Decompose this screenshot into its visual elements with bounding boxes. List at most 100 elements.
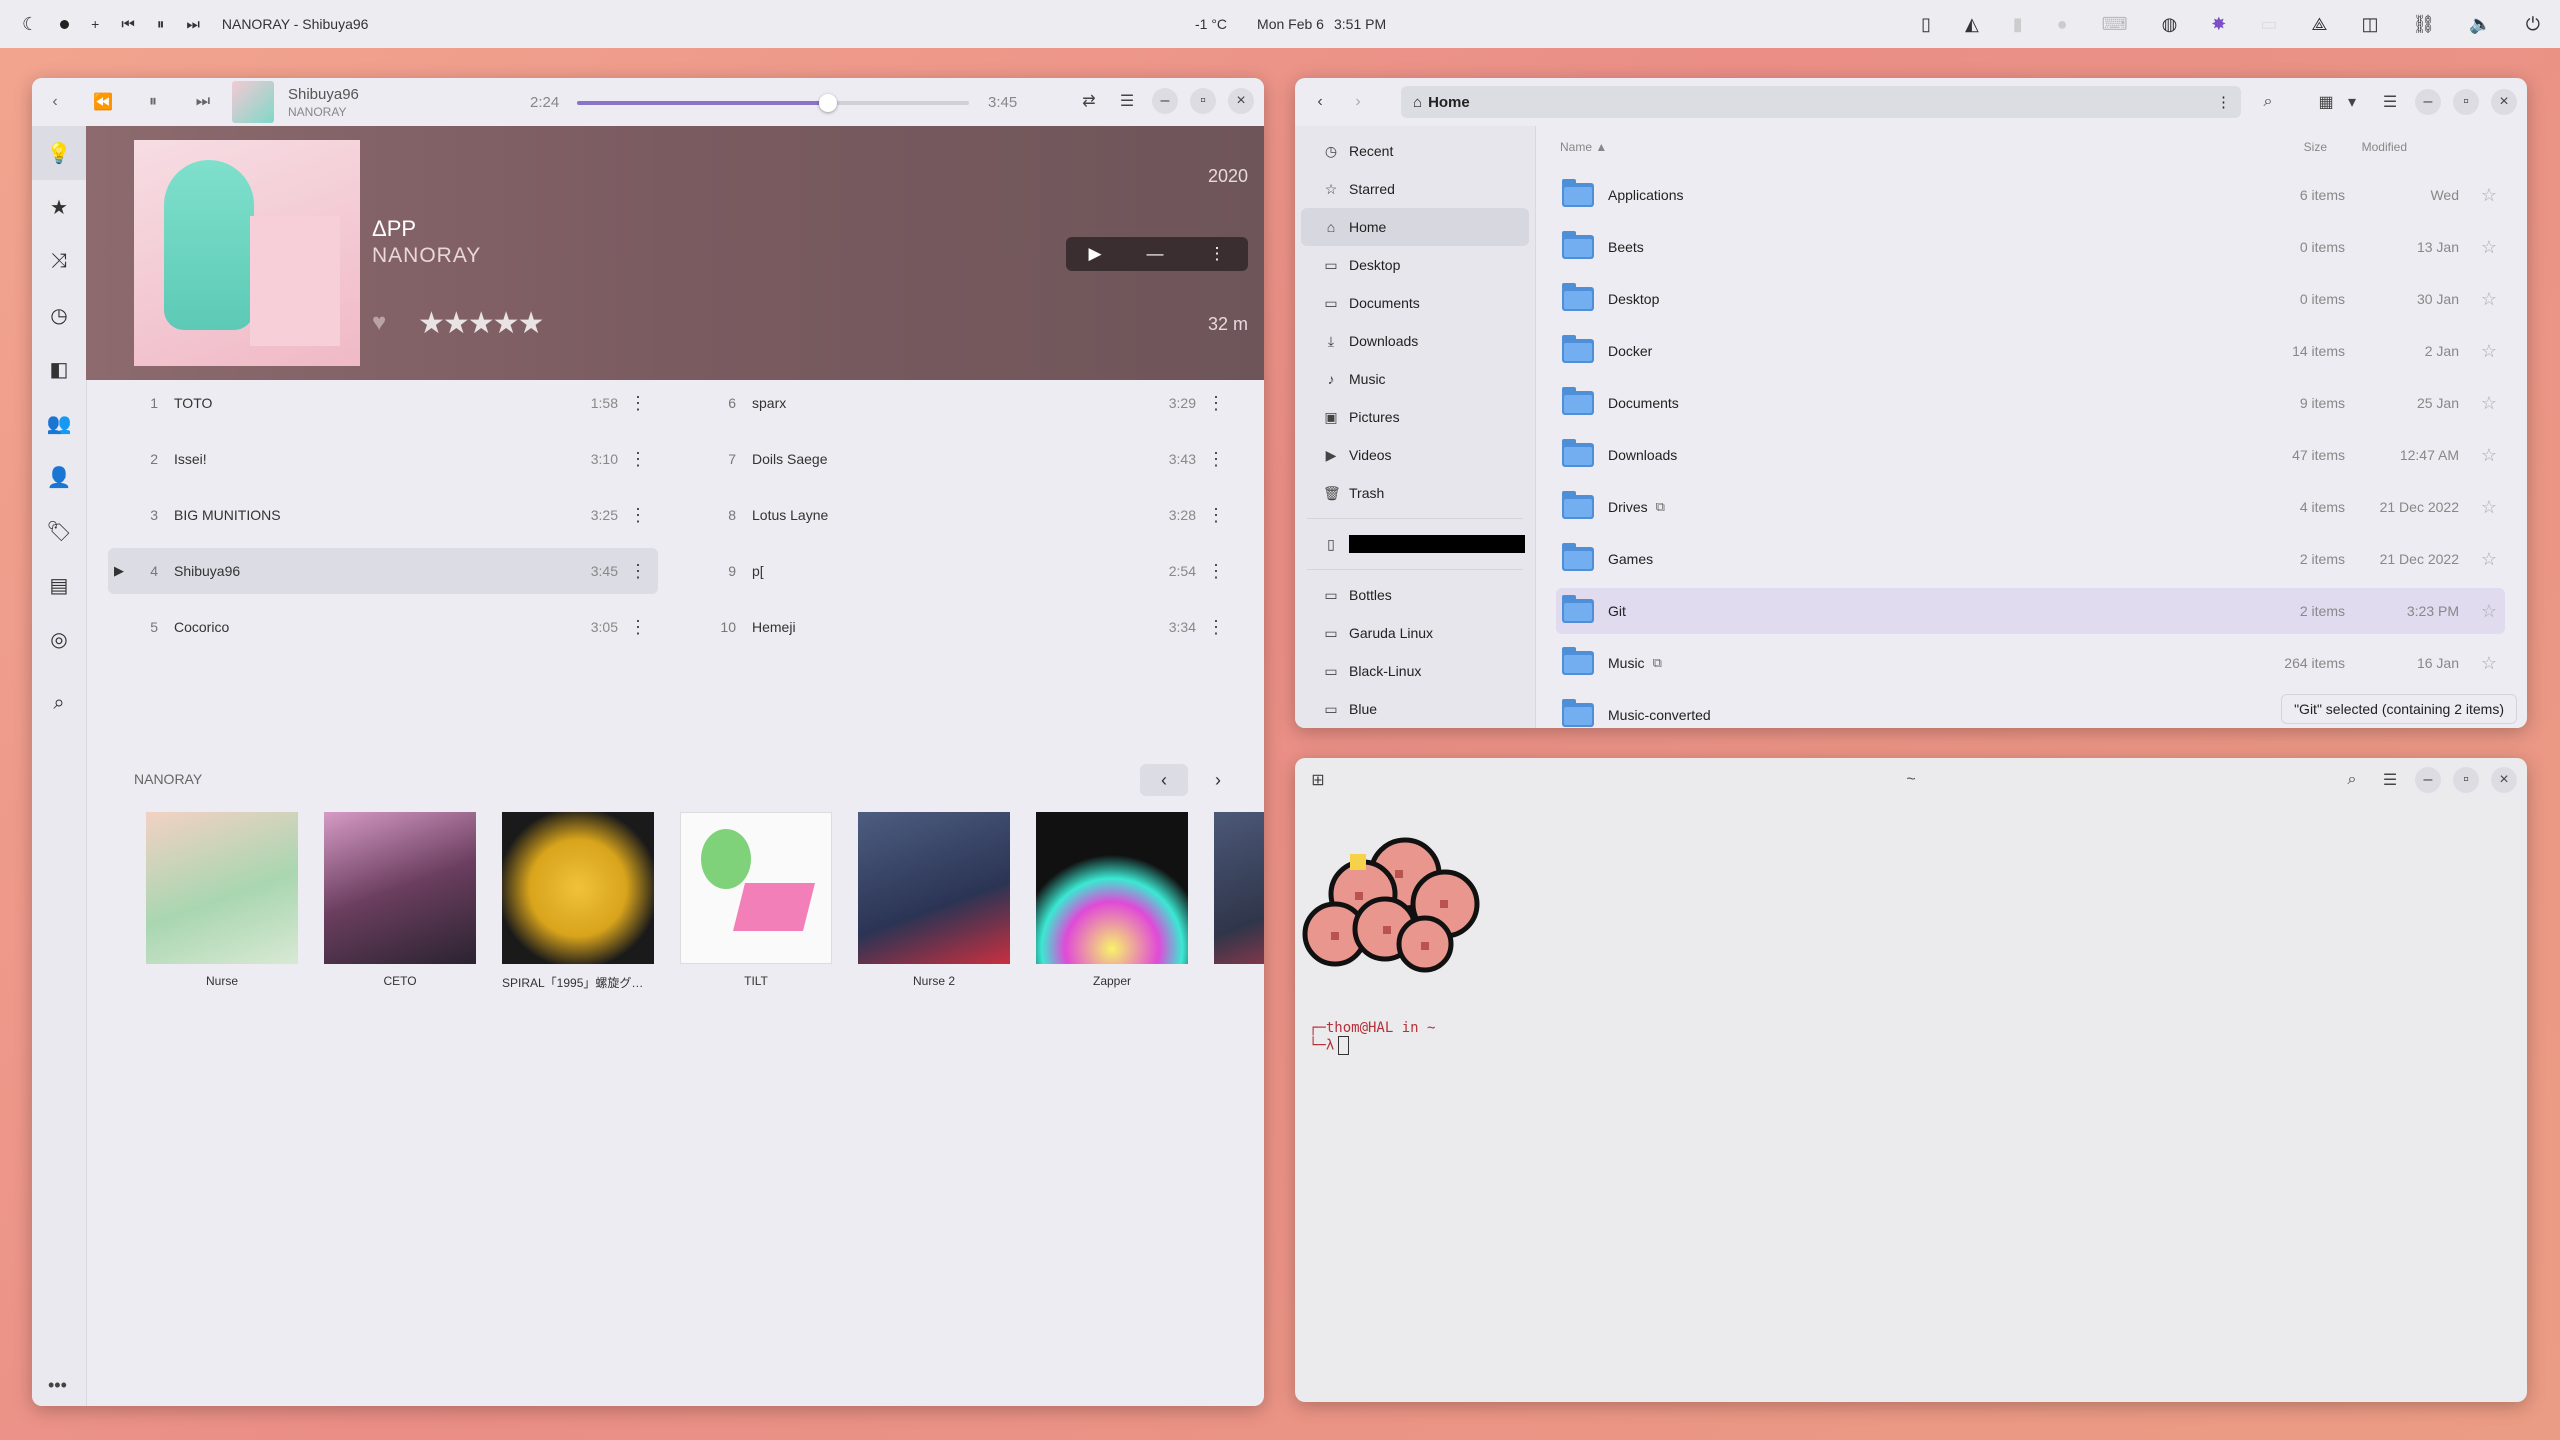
star-icon[interactable]: ☆ — [2481, 185, 2497, 206]
sidebar-item-downloads[interactable]: ⤓ Downloads — [1301, 322, 1529, 360]
bookmark-item[interactable]: ▭ Black-Linux — [1301, 652, 1529, 690]
next-track-icon[interactable]: ⏭ — [186, 16, 200, 33]
star-icon[interactable]: ☆ — [2481, 653, 2497, 674]
album-artist[interactable]: NANORAY — [372, 244, 481, 268]
more-vert-icon[interactable]: ⋮ — [618, 617, 658, 638]
sidebar-item-search[interactable]: ⌕ — [32, 676, 86, 730]
sidebar-item-documents[interactable]: ▭ Documents — [1301, 284, 1529, 322]
file-row[interactable]: Music ⧉ 264 items 16 Jan ☆ — [1556, 640, 2505, 686]
tray-icon[interactable]: ● — [2057, 14, 2068, 35]
column-modified[interactable]: Modified — [2362, 140, 2407, 154]
more-vert-icon[interactable]: ⋮ — [1196, 449, 1236, 470]
sidebar-item-desktop[interactable]: ▭ Desktop — [1301, 246, 1529, 284]
sidebar-item-artists[interactable]: 👥 — [32, 396, 86, 450]
file-row[interactable]: Beets 0 items 13 Jan ☆ — [1556, 224, 2505, 270]
track-row[interactable]: 9 p[ 2:54 ⋮ — [686, 548, 1236, 594]
track-row[interactable]: 6 sparx 3:29 ⋮ — [686, 380, 1236, 426]
progress-slider[interactable] — [577, 94, 969, 112]
close-button[interactable]: × — [2491, 767, 2517, 793]
extension-icon[interactable]: ✸ — [2211, 14, 2226, 35]
column-name[interactable]: Name ▲ — [1560, 140, 1607, 154]
tray-icon[interactable]: ▮ — [2013, 14, 2023, 35]
remove-icon[interactable]: — — [1147, 244, 1164, 264]
sidebar-item-albums[interactable]: ◧ — [32, 342, 86, 396]
sidebar-item-shuffle[interactable]: ⤨ — [32, 234, 86, 288]
close-button[interactable]: × — [2491, 89, 2517, 115]
sidebar-item-music[interactable]: ♪ Music — [1301, 360, 1529, 398]
track-row[interactable]: 8 Lotus Layne 3:28 ⋮ — [686, 492, 1236, 538]
rating-stars[interactable]: ★★★★★ — [418, 306, 544, 341]
maximize-button[interactable]: ▫ — [2453, 767, 2479, 793]
star-icon[interactable]: ☆ — [2481, 289, 2497, 310]
more-vert-icon[interactable]: ⋮ — [618, 393, 658, 414]
vpn-icon[interactable]: ◍ — [2162, 14, 2178, 35]
more-vert-icon[interactable]: ⋮ — [618, 449, 658, 470]
search-icon[interactable]: ⌕ — [2339, 767, 2365, 793]
track-row-playing[interactable]: ▶ 4 Shibuya96 3:45 ⋮ — [108, 548, 658, 594]
sidebar-item-playlists[interactable]: ▤ — [32, 558, 86, 612]
power-icon[interactable]: ⏻ — [2526, 14, 2540, 35]
path-menu-icon[interactable]: ⋮ — [2216, 93, 2231, 111]
file-row[interactable]: Applications 6 items Wed ☆ — [1556, 172, 2505, 218]
volume-icon[interactable]: 🔈 — [2469, 14, 2491, 35]
phone-icon[interactable]: ▯ — [1921, 14, 1931, 35]
sidebar-item-recent[interactable]: ◷ Recent — [1301, 132, 1529, 170]
grid-view-icon[interactable]: ▦ — [2313, 89, 2339, 115]
previous-track-icon[interactable]: ⏮ — [121, 16, 135, 33]
hamburger-menu-icon[interactable]: ☰ — [2377, 89, 2403, 115]
back-icon[interactable]: ‹ — [38, 93, 72, 111]
shell-prompt[interactable]: ┌─thom@HAL in ~ └─λ — [1309, 1020, 1435, 1055]
docker-icon[interactable]: ◭ — [1965, 14, 1979, 35]
sidebar-item-genres[interactable]: 🏷 — [32, 504, 86, 558]
favorite-heart-icon[interactable]: ♥ — [372, 309, 386, 337]
path-bar[interactable]: ⌂ Home ⋮ — [1401, 86, 2241, 118]
more-vert-icon[interactable]: ⋮ — [1196, 505, 1236, 526]
gamepad-icon[interactable]: ⌨ — [2102, 14, 2128, 35]
album-card[interactable]: SPIRAL「1995」螺旋グミ道... — [502, 812, 654, 991]
more-vert-icon[interactable]: ⋮ — [1209, 244, 1226, 264]
now-playing-cover[interactable] — [232, 81, 274, 123]
forward-arrow-icon[interactable]: › — [1345, 89, 1371, 115]
back-arrow-icon[interactable]: ‹ — [1307, 89, 1333, 115]
bookmark-item[interactable]: ▭ Blue — [1301, 690, 1529, 728]
track-row[interactable]: 7 Doils Saege 3:43 ⋮ — [686, 436, 1236, 482]
sidebar-item-starred[interactable]: ☆ Starred — [1301, 170, 1529, 208]
workspace-indicator-active[interactable] — [60, 19, 70, 29]
chevron-left-icon[interactable]: ‹ — [1140, 764, 1188, 796]
network-icon[interactable]: ⛓ — [2412, 14, 2435, 35]
progress-knob[interactable] — [818, 94, 837, 112]
minimize-button[interactable]: – — [1152, 88, 1178, 114]
weather-label[interactable]: -1 °C — [1195, 16, 1227, 32]
minimize-button[interactable]: – — [2415, 89, 2441, 115]
star-icon[interactable]: ☆ — [2481, 497, 2497, 518]
album-card[interactable]: CETO — [324, 812, 476, 988]
chevron-right-icon[interactable]: › — [1194, 764, 1242, 796]
sidebar-item-radio[interactable]: ◎ — [32, 612, 86, 666]
star-icon[interactable]: ☆ — [2481, 549, 2497, 570]
rewind-icon[interactable]: ⏪ — [86, 92, 120, 112]
bookmark-item[interactable]: ▭ Garuda Linux — [1301, 614, 1529, 652]
track-row[interactable]: 1 TOTO 1:58 ⋮ — [108, 380, 658, 426]
garuda-logo-icon[interactable]: ☾ — [22, 14, 38, 35]
play-icon[interactable]: ▶ — [1088, 244, 1101, 264]
pause-icon[interactable]: ⏸ — [157, 16, 165, 33]
sidebar-item-pictures[interactable]: ▣ Pictures — [1301, 398, 1529, 436]
sidebar-item-trash[interactable]: 🗑 Trash — [1301, 474, 1529, 512]
more-icon[interactable]: ••• — [48, 1375, 67, 1396]
more-vert-icon[interactable]: ⋮ — [1196, 561, 1236, 582]
star-icon[interactable]: ☆ — [2481, 601, 2497, 622]
star-icon[interactable]: ☆ — [2481, 393, 2497, 414]
search-icon[interactable]: ⌕ — [2255, 89, 2281, 115]
track-row[interactable]: 3 BIG MUNITIONS 3:25 ⋮ — [108, 492, 658, 538]
track-row[interactable]: 5 Cocorico 3:05 ⋮ — [108, 604, 658, 650]
file-row[interactable]: Documents 9 items 25 Jan ☆ — [1556, 380, 2505, 426]
workspace-add-icon[interactable]: + — [91, 16, 99, 32]
sidebar-toggle-icon[interactable]: ◫ — [2361, 14, 2378, 35]
tray-icon[interactable]: ▭ — [2260, 14, 2277, 35]
sidebar-item-home[interactable]: ⌂ Home — [1301, 208, 1529, 246]
hamburger-menu-icon[interactable]: ☰ — [2377, 767, 2403, 793]
sidebar-item-now-playing[interactable]: 💡 — [32, 126, 86, 180]
more-vert-icon[interactable]: ⋮ — [618, 561, 658, 582]
column-size[interactable]: Size — [2304, 140, 2327, 154]
sidebar-item-videos[interactable]: ▶ Videos — [1301, 436, 1529, 474]
